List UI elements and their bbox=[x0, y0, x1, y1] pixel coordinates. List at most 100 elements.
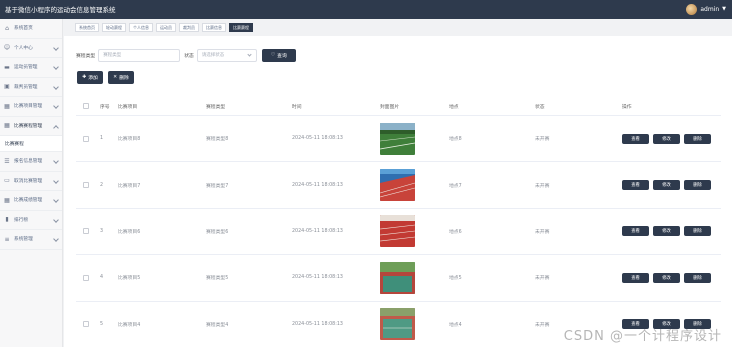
chart-icon: ▮ bbox=[5, 216, 9, 224]
row-venue: 地点7 bbox=[449, 183, 462, 189]
tab-profile[interactable]: 个人信息 bbox=[129, 23, 153, 32]
tab-athletes[interactable]: 运动员 bbox=[156, 23, 176, 32]
sidebar-item-events[interactable]: ▦ 比赛项目管理 bbox=[0, 97, 62, 117]
sidebar-item-referees[interactable]: ▣ 裁判员管理 bbox=[0, 78, 62, 97]
schedule-table: 序号 比赛项目 赛程类型 时间 封面图片 地点 状态 操作 1 比赛项目8 赛程… bbox=[76, 97, 721, 347]
table-row: 3 比赛项目6 赛程类型6 2024-05-11 18:08:13 地点6 未开… bbox=[76, 209, 721, 256]
edit-button[interactable]: 修改 bbox=[653, 226, 680, 237]
tab-event-info[interactable]: 比赛信息 bbox=[202, 23, 226, 32]
home-icon: ⌂ bbox=[5, 24, 9, 32]
view-button[interactable]: 查看 bbox=[622, 133, 649, 144]
delete-button[interactable]: 删除 bbox=[684, 180, 711, 191]
table-header: 序号 比赛项目 赛程类型 时间 封面图片 地点 状态 操作 bbox=[76, 97, 721, 116]
row-checkbox[interactable] bbox=[83, 116, 89, 161]
row-checkbox[interactable] bbox=[83, 255, 89, 300]
batch-delete-button[interactable]: ✕ 删除 bbox=[108, 71, 134, 84]
user-menu[interactable]: admin ▼ bbox=[686, 3, 726, 15]
sidebar-item-profile[interactable]: ☺ 个人中心 bbox=[0, 39, 62, 58]
app-title: 基于微信小程序的运动会信息管理系统 bbox=[5, 6, 116, 14]
view-button[interactable]: 查看 bbox=[622, 180, 649, 191]
col-name[interactable]: 比赛项目 bbox=[118, 97, 137, 115]
menu-icon: ≡ bbox=[4, 235, 10, 243]
row-status: 未开赛 bbox=[535, 137, 550, 143]
sidebar: ⌂ 系统首页 ☺ 个人中心 ▬ 运动员管理 ▣ 裁判员管理 ▦ 比赛项目管理 ▦ 比赛赛程管… bbox=[0, 19, 63, 347]
chevron-down-icon[interactable]: ▼ bbox=[722, 6, 726, 12]
row-image[interactable] bbox=[380, 116, 415, 161]
col-venue[interactable]: 地点 bbox=[449, 97, 459, 115]
sidebar-item-ranking[interactable]: ▮ 排行榜 bbox=[0, 211, 62, 230]
view-button[interactable]: 查看 bbox=[622, 226, 649, 237]
col-status[interactable]: 状态 bbox=[535, 97, 545, 115]
edit-button[interactable]: 修改 bbox=[653, 180, 680, 191]
chevron-down-icon bbox=[53, 158, 59, 164]
grid-icon: ▦ bbox=[4, 122, 10, 130]
add-button[interactable]: ✚ 添加 bbox=[77, 71, 103, 84]
edit-button[interactable]: 修改 bbox=[653, 133, 680, 144]
main-panel: 赛程类型 赛程类型 状态 请选择状态 ♡ 查询 ✚ 添加 ✕ 删除 序号 比赛项目 赛… bbox=[64, 36, 732, 347]
row-type: 赛程类型6 bbox=[206, 229, 229, 235]
delete-button[interactable]: 删除 bbox=[684, 272, 711, 283]
badge-icon: ▣ bbox=[4, 83, 10, 91]
user-icon: ☺ bbox=[3, 44, 11, 52]
row-name: 比赛项目6 bbox=[118, 229, 141, 235]
avatar[interactable] bbox=[686, 3, 698, 15]
table-row: 2 比赛项目7 赛程类型7 2024-05-11 18:08:13 地点7 未开… bbox=[76, 162, 721, 209]
edit-button[interactable]: 修改 bbox=[653, 272, 680, 283]
col-ops: 操作 bbox=[622, 104, 632, 110]
sidebar-item-home[interactable]: ⌂ 系统首页 bbox=[0, 19, 62, 39]
view-button[interactable]: 查看 bbox=[622, 272, 649, 283]
username[interactable]: admin bbox=[700, 6, 719, 13]
col-index: 序号 bbox=[100, 104, 110, 110]
col-time[interactable]: 时间 bbox=[292, 97, 302, 115]
chevron-down-icon bbox=[53, 177, 59, 184]
col-type[interactable]: 赛程类型 bbox=[206, 97, 225, 115]
sidebar-item-system[interactable]: ≡ 系统管理 bbox=[0, 230, 62, 250]
tab-schedule[interactable]: 比赛赛程 bbox=[229, 23, 253, 32]
row-actions: 查看 修改 删除 bbox=[622, 116, 711, 161]
plus-icon: ✚ bbox=[82, 75, 87, 80]
select-all-checkbox[interactable] bbox=[83, 97, 89, 115]
row-type: 赛程类型7 bbox=[206, 183, 229, 189]
tab-rotation[interactable]: 轮动赛程 bbox=[102, 23, 126, 32]
sidebar-subitem-schedule[interactable]: 比赛赛程 bbox=[0, 136, 62, 152]
csdn-watermark: CSDN @一个计程序设计 bbox=[563, 329, 722, 344]
row-index: 4 bbox=[100, 275, 104, 281]
row-checkbox[interactable] bbox=[83, 302, 89, 347]
row-type: 赛程类型5 bbox=[206, 276, 229, 282]
grid-icon: ▦ bbox=[4, 102, 10, 110]
tab-home[interactable]: 系统首页 bbox=[75, 23, 99, 32]
row-time: 2024-05-11 18:08:13 bbox=[292, 228, 343, 234]
type-input[interactable]: 赛程类型 bbox=[98, 48, 181, 62]
list-icon: ☰ bbox=[4, 157, 10, 165]
status-select[interactable]: 请选择状态 bbox=[196, 48, 257, 62]
chevron-up-icon bbox=[53, 124, 59, 131]
tab-referees[interactable]: 裁判员 bbox=[179, 23, 199, 32]
table-row: 4 比赛项目5 赛程类型5 2024-05-11 18:08:13 地点5 未开… bbox=[76, 255, 721, 302]
table-row: 1 比赛项目8 赛程类型8 2024-05-11 18:08:13 地点8 未开… bbox=[76, 116, 721, 163]
chevron-down-icon bbox=[53, 83, 59, 90]
row-image[interactable] bbox=[380, 255, 415, 300]
row-checkbox[interactable] bbox=[83, 162, 89, 207]
chevron-down-icon bbox=[53, 236, 59, 242]
chevron-down-icon bbox=[53, 44, 59, 51]
sidebar-item-cancel[interactable]: ▭ 取消比赛管理 bbox=[0, 172, 62, 191]
sidebar-item-athletes[interactable]: ▬ 运动员管理 bbox=[0, 58, 62, 78]
query-button[interactable]: ♡ 查询 bbox=[261, 48, 296, 62]
row-checkbox[interactable] bbox=[83, 209, 89, 254]
row-status: 未开赛 bbox=[535, 322, 550, 328]
row-index: 3 bbox=[100, 228, 104, 234]
delete-button[interactable]: 删除 bbox=[684, 226, 711, 237]
delete-button[interactable]: 删除 bbox=[684, 133, 711, 144]
tab-bar: 系统首页 轮动赛程 个人信息 运动员 裁判员 比赛信息 比赛赛程 bbox=[75, 23, 253, 33]
row-image[interactable] bbox=[380, 209, 415, 254]
close-icon: ✕ bbox=[113, 75, 118, 80]
sidebar-item-registration[interactable]: ☰ 报名信息管理 bbox=[0, 152, 62, 172]
sidebar-item-schedule[interactable]: ▦ 比赛赛程管理 bbox=[0, 117, 62, 136]
row-venue: 地点8 bbox=[449, 137, 462, 143]
sidebar-item-results[interactable]: ▦ 比赛成绩管理 bbox=[0, 191, 62, 211]
row-index: 2 bbox=[100, 182, 104, 188]
row-image[interactable] bbox=[380, 162, 415, 207]
row-index: 5 bbox=[100, 321, 104, 327]
row-image[interactable] bbox=[380, 302, 415, 347]
chevron-down-icon bbox=[53, 197, 59, 203]
